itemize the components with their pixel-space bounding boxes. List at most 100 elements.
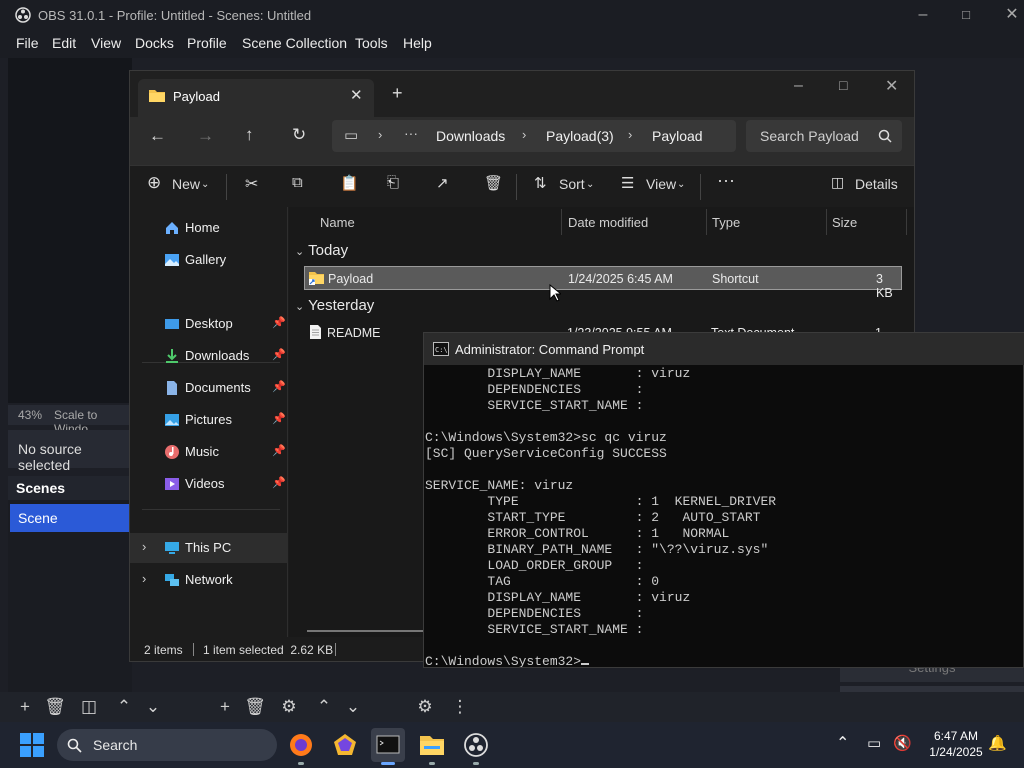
column-size[interactable]: Size (832, 215, 857, 230)
new-button[interactable]: New (172, 176, 200, 192)
menu-edit[interactable]: Edit (52, 35, 76, 51)
obs-studio-icon[interactable] (459, 728, 493, 765)
nav-item-documents[interactable]: Documents 📌 (130, 373, 288, 403)
taskbar-clock[interactable]: 6:47 AM 1/24/2025 (920, 728, 992, 760)
pin-icon[interactable]: 📌 (272, 476, 286, 489)
volume-muted-icon[interactable]: 🔇 (893, 734, 912, 752)
scene-list-item[interactable]: Scene (10, 504, 130, 532)
nav-item-home[interactable]: Home (130, 213, 288, 243)
group-label: Yesterday (308, 297, 375, 314)
breadcrumb-downloads[interactable]: Downloads (436, 128, 505, 144)
back-arrow-icon[interactable]: ← (149, 126, 166, 146)
chevron-right-icon[interactable]: › (142, 571, 146, 586)
refresh-icon[interactable]: ↻ (292, 125, 306, 145)
minimize-icon[interactable]: – (914, 6, 932, 24)
maximize-icon[interactable]: □ (839, 77, 847, 93)
nav-item-network[interactable]: › Network (130, 565, 288, 595)
cmd-output[interactable]: DISPLAY_NAME : viruz DEPENDENCIES : SERV… (424, 365, 1024, 667)
navigation-pane: Home Gallery Desktop 📌 Downloads 📌 Docum… (130, 207, 288, 637)
nav-item-this-pc[interactable]: › This PC (130, 533, 288, 563)
taskbar: Search ⌃ ▭ 🔇 6:47 AM 1/24/2025 🔔 (0, 722, 1024, 768)
source-down-icon[interactable]: ⌄ (342, 696, 364, 718)
delete-icon[interactable]: 🗑 (484, 174, 503, 192)
column-divider[interactable] (906, 209, 907, 235)
notification-bell-icon[interactable]: 🔔 (988, 734, 1007, 752)
chevron-up-icon[interactable]: ⌃ (836, 733, 849, 753)
paste-icon[interactable]: 📋 (340, 174, 359, 192)
breadcrumb-payload[interactable]: Payload (652, 128, 703, 144)
new-tab-icon[interactable]: + (392, 83, 403, 104)
nav-item-videos[interactable]: Videos 📌 (130, 469, 288, 499)
nav-item-gallery[interactable]: Gallery (130, 245, 288, 275)
sort-button[interactable]: Sort (559, 176, 585, 192)
pin-icon[interactable]: 📌 (272, 380, 286, 393)
more-locations-icon[interactable]: ··· (404, 125, 418, 141)
desktop-icon (165, 319, 179, 329)
column-date-modified[interactable]: Date modified (568, 215, 648, 230)
remove-source-icon[interactable]: 🗑 (244, 696, 266, 718)
breadcrumb-payload3[interactable]: Payload(3) (546, 128, 614, 144)
maximize-icon[interactable]: □ (957, 6, 975, 24)
group-today[interactable]: ⌄ Today (295, 242, 348, 259)
app-pentagon-icon[interactable] (328, 728, 362, 762)
close-icon[interactable]: ✕ (1003, 6, 1021, 24)
close-tab-icon[interactable]: ✕ (350, 86, 363, 104)
source-properties-icon[interactable]: ⚙ (278, 696, 300, 718)
rename-icon[interactable]: ⎗ (387, 174, 399, 191)
close-icon[interactable]: ✕ (885, 76, 898, 96)
copy-icon[interactable]: ⧉ (292, 174, 303, 191)
column-divider[interactable] (826, 209, 827, 235)
terminal-app-icon[interactable] (371, 728, 405, 765)
address-bar[interactable]: ▭ › ··· Downloads › Payload(3) › Payload (332, 120, 736, 152)
up-arrow-icon[interactable]: ↑ (245, 125, 254, 145)
search-icon (67, 738, 82, 753)
add-scene-icon[interactable]: + (14, 696, 36, 718)
nav-item-downloads[interactable]: Downloads 📌 (130, 341, 288, 371)
chevron-right-icon[interactable]: › (142, 539, 146, 554)
menu-view[interactable]: View (91, 35, 121, 51)
menu-file[interactable]: File (16, 35, 39, 51)
cut-icon[interactable]: ✂ (245, 174, 258, 194)
windows-start-icon[interactable] (20, 733, 44, 757)
share-icon[interactable]: ↗ (436, 174, 449, 192)
horizontal-scrollbar[interactable] (307, 630, 427, 632)
audio-menu-icon[interactable]: ⋮ (449, 696, 471, 718)
source-up-icon[interactable]: ⌃ (313, 696, 335, 718)
more-options-icon[interactable]: ··· (717, 170, 735, 191)
minimize-icon[interactable]: – (794, 77, 803, 95)
search-input[interactable]: Search Payload (746, 120, 902, 152)
firefox-icon[interactable] (284, 728, 318, 765)
column-type[interactable]: Type (712, 215, 740, 230)
move-up-icon[interactable]: ⌃ (113, 696, 135, 718)
file-explorer-icon[interactable] (415, 728, 449, 765)
details-button[interactable]: Details (855, 176, 898, 192)
menu-profile[interactable]: Profile (187, 35, 227, 51)
remove-scene-icon[interactable]: 🗑 (44, 696, 66, 718)
nav-item-pictures[interactable]: Pictures 📌 (130, 405, 288, 435)
file-row-payload[interactable]: Payload 1/24/2025 6:45 AM Shortcut 3 KB (304, 266, 902, 300)
network-status-icon[interactable]: ▭ (867, 734, 881, 752)
column-name[interactable]: Name (320, 215, 355, 230)
nav-item-desktop[interactable]: Desktop 📌 (130, 309, 288, 339)
menu-docks[interactable]: Docks (135, 35, 174, 51)
column-divider[interactable] (561, 209, 562, 235)
pin-icon[interactable]: 📌 (272, 348, 286, 361)
menu-scene-collection[interactable]: Scene Collection (242, 35, 347, 51)
taskbar-search-box[interactable]: Search (57, 729, 277, 761)
menu-tools[interactable]: Tools (355, 35, 388, 51)
network-icon (165, 574, 179, 586)
audio-settings-icon[interactable]: ⚙ (414, 696, 436, 718)
column-divider[interactable] (706, 209, 707, 235)
view-button[interactable]: View (646, 176, 676, 192)
pin-icon[interactable]: 📌 (272, 444, 286, 457)
pin-icon[interactable]: 📌 (272, 316, 286, 329)
filters-icon[interactable]: ◫ (78, 696, 100, 718)
menu-help[interactable]: Help (403, 35, 432, 51)
group-yesterday[interactable]: ⌄ Yesterday (295, 297, 374, 314)
explorer-tab[interactable]: Payload ✕ (138, 79, 374, 117)
add-source-icon[interactable]: + (214, 696, 236, 718)
move-down-icon[interactable]: ⌄ (142, 696, 164, 718)
pin-icon[interactable]: 📌 (272, 412, 286, 425)
nav-item-music[interactable]: Music 📌 (130, 437, 288, 467)
forward-arrow-icon[interactable]: → (197, 126, 214, 146)
